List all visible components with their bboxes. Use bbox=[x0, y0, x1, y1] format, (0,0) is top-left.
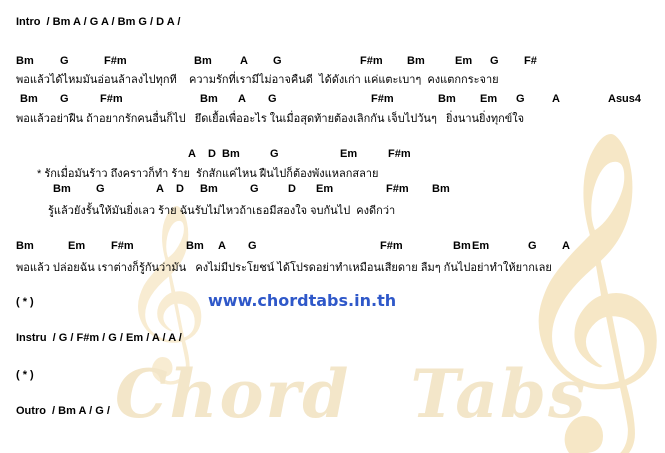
chord: A bbox=[240, 55, 248, 67]
verse1-lyric-1: พอแล้วได้ไหมมันอ่อนล้าลงไปทุกที ความรักท… bbox=[16, 74, 499, 86]
chord: Em bbox=[472, 240, 490, 252]
chord: Em bbox=[340, 148, 358, 160]
chord: F#m bbox=[371, 93, 394, 105]
chord: Bm bbox=[438, 93, 456, 105]
chord: G bbox=[516, 93, 525, 105]
chord: Bm bbox=[186, 240, 204, 252]
chord: D bbox=[288, 183, 296, 195]
instru-line: Instru / G / F#m / G / Em / A / A / bbox=[16, 332, 182, 344]
chord: A bbox=[218, 240, 226, 252]
chorus-lyric-2: รู้แล้วยังรั้นให้มันยิ่งเลว ร้าย ฉันรับไ… bbox=[48, 205, 396, 217]
chord: F#m bbox=[100, 93, 123, 105]
chord: F#m bbox=[360, 55, 383, 67]
chord: Bm bbox=[16, 240, 34, 252]
chord: A bbox=[552, 93, 560, 105]
chord: F#m bbox=[104, 55, 127, 67]
chorus-repeat-marker: ( * ) bbox=[16, 369, 34, 381]
chord: G bbox=[273, 55, 282, 67]
chord: G bbox=[270, 148, 279, 160]
chord: Bm bbox=[407, 55, 425, 67]
intro-line: Intro / Bm A / G A / Bm G / D A / bbox=[16, 16, 181, 28]
outro-line: Outro / Bm A / G / bbox=[16, 405, 110, 417]
chord: A bbox=[238, 93, 246, 105]
chord: G bbox=[96, 183, 105, 195]
chord: Bm bbox=[453, 240, 471, 252]
site-url-watermark[interactable]: www.chordtabs.in.th bbox=[208, 291, 396, 310]
chord: F#m bbox=[386, 183, 409, 195]
chorus-lyric-1: * รักเมื่อมันร้าว ถึงคราวก็ทำ ร้าย รักสั… bbox=[37, 168, 379, 180]
chord: Asus4 bbox=[608, 93, 642, 105]
chord: G bbox=[60, 55, 69, 67]
chord: A bbox=[562, 240, 570, 252]
chord: Bm bbox=[200, 93, 218, 105]
chord: Bm bbox=[16, 55, 34, 67]
chord: D bbox=[208, 148, 216, 160]
chord: Bm bbox=[194, 55, 212, 67]
chord-sheet-page: 𝄞 𝄞 Chord Tabs www.chordtabs.in.th Intro … bbox=[0, 0, 665, 441]
chord: F#m bbox=[388, 148, 411, 160]
chord: A bbox=[156, 183, 164, 195]
watermark-word-chord: Chord bbox=[115, 355, 351, 433]
chord: Bm bbox=[432, 183, 450, 195]
chord: Em bbox=[455, 55, 473, 67]
chord: Bm bbox=[222, 148, 240, 160]
chord: G bbox=[248, 240, 257, 252]
chord: Bm bbox=[20, 93, 38, 105]
chord: G bbox=[490, 55, 499, 67]
chord: G bbox=[268, 93, 277, 105]
chord: A bbox=[188, 148, 196, 160]
watermark-word-tabs: Tabs bbox=[410, 355, 588, 433]
chord: F#m bbox=[380, 240, 403, 252]
chord: G bbox=[250, 183, 259, 195]
chorus-repeat-marker: ( * ) bbox=[16, 296, 34, 308]
chord: F# bbox=[524, 55, 537, 67]
chord: F#m bbox=[111, 240, 134, 252]
chord: G bbox=[528, 240, 537, 252]
chord: Em bbox=[316, 183, 334, 195]
verse1-lyric-2: พอแล้วอย่าฝืน ถ้าอยากรักคนอื่นก็ไป ยึดเย… bbox=[16, 113, 525, 125]
chord: Bm bbox=[53, 183, 71, 195]
chord: D bbox=[176, 183, 184, 195]
chordtabs-script-watermark: Chord Tabs bbox=[115, 355, 635, 433]
chord: Bm bbox=[200, 183, 218, 195]
chord: Em bbox=[480, 93, 498, 105]
verse2-lyric-1: พอแล้ว ปล่อยฉัน เราต่างก็รู้กันว่ามัน คง… bbox=[16, 262, 552, 274]
chord: Em bbox=[68, 240, 86, 252]
chord: G bbox=[60, 93, 69, 105]
